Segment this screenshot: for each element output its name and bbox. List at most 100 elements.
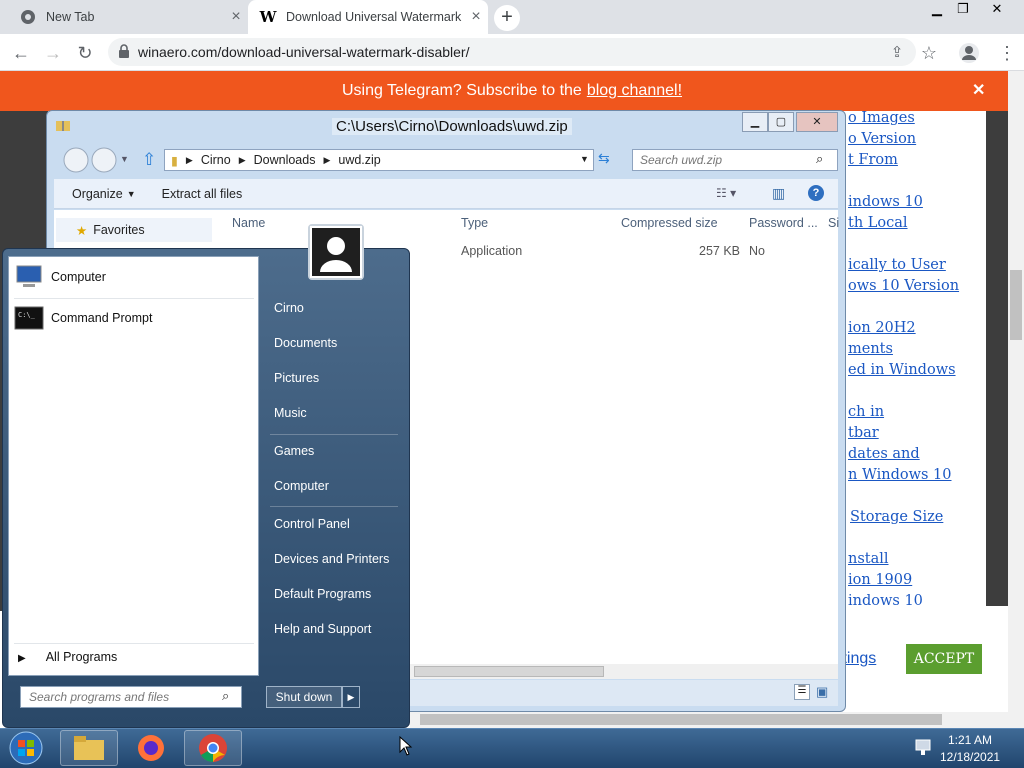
refresh-icon[interactable]: ⇆	[598, 150, 610, 167]
start-item-games[interactable]: Games	[274, 444, 314, 458]
chrome-icon	[198, 733, 228, 766]
clock-date: 12/18/2021	[940, 750, 1001, 764]
column-header-size-extra[interactable]: Si	[828, 216, 839, 230]
article-link[interactable]: ch in	[848, 404, 884, 420]
breadcrumb-item[interactable]: uwd.zip	[338, 153, 380, 167]
start-item-pictures[interactable]: Pictures	[274, 371, 319, 385]
article-link[interactable]: o Images	[848, 110, 915, 126]
menu-icon[interactable]: ⋮	[994, 40, 1020, 66]
network-icon[interactable]	[914, 738, 934, 761]
shutdown-button[interactable]: Shut down	[266, 686, 342, 708]
close-window-button[interactable]: ✕	[982, 0, 1012, 20]
article-link[interactable]: nstall	[848, 551, 889, 567]
back-icon[interactable]: ←	[8, 40, 34, 66]
extract-all-button[interactable]: Extract all files	[162, 187, 243, 201]
chevron-right-icon: ▶	[185, 154, 193, 165]
close-icon[interactable]: ×	[224, 8, 248, 26]
forward-icon[interactable]: →	[40, 40, 66, 66]
organize-button[interactable]: Organize	[72, 187, 123, 201]
start-item-cirno[interactable]: Cirno	[274, 301, 304, 315]
breadcrumb-item[interactable]: Cirno	[201, 153, 231, 167]
start-item-documents[interactable]: Documents	[274, 336, 337, 350]
restore-button[interactable]: ❐	[948, 0, 978, 20]
row-type: Application	[461, 244, 523, 258]
reload-icon[interactable]: ↻	[72, 40, 98, 66]
start-item-help-and-support[interactable]: Help and Support	[274, 622, 371, 636]
article-link[interactable]: indows 10	[848, 194, 923, 210]
preview-pane-icon[interactable]: ▥	[772, 185, 785, 202]
column-header-password[interactable]: Password ...	[749, 216, 818, 230]
article-link[interactable]: ically to User	[848, 257, 946, 273]
search-icon[interactable]: ⌕	[816, 151, 823, 167]
article-link[interactable]: ion 20H2	[848, 320, 916, 336]
telegram-banner: Using Telegram? Subscribe to the blog ch…	[0, 71, 1024, 111]
profile-icon[interactable]	[956, 40, 982, 66]
thumbnail-view-icon[interactable]: ▣	[816, 684, 828, 700]
scrollbar-thumb[interactable]	[414, 666, 604, 677]
start-item-music[interactable]: Music	[274, 406, 307, 420]
chevron-right-icon[interactable]: ▶	[342, 686, 360, 708]
computer-icon	[14, 263, 44, 291]
folder-zip-icon	[56, 118, 70, 135]
article-link[interactable]: dates and	[848, 446, 920, 462]
new-tab-button[interactable]: +	[494, 5, 520, 31]
breadcrumb-item[interactable]: Downloads	[254, 153, 316, 167]
user-avatar[interactable]	[308, 224, 364, 280]
search-icon[interactable]: ⌕	[222, 688, 229, 704]
start-item-computer[interactable]: Computer	[274, 479, 329, 493]
column-header-size[interactable]: Compressed size	[621, 216, 718, 230]
program-command-prompt[interactable]: C:\_ Command Prompt	[14, 302, 152, 334]
scrollbar-thumb[interactable]	[420, 714, 942, 725]
star-icon[interactable]: ☆	[916, 40, 942, 66]
column-header-type[interactable]: Type	[461, 216, 488, 230]
article-link[interactable]: ows 10 Version	[848, 278, 959, 294]
help-icon[interactable]: ?	[808, 185, 824, 201]
close-window-button[interactable]: ✕	[796, 112, 838, 132]
page-scrollbar[interactable]	[1008, 71, 1024, 728]
article-link[interactable]: tbar	[848, 425, 879, 441]
maximize-button[interactable]: ▢	[768, 112, 794, 132]
back-icon[interactable]	[62, 147, 118, 176]
details-view-icon[interactable]: ☰	[794, 684, 810, 700]
article-link[interactable]: t From	[848, 152, 898, 168]
blog-channel-link[interactable]: blog channel!	[587, 82, 682, 100]
start-item-default-programs[interactable]: Default Programs	[274, 587, 371, 601]
explorer-search-input[interactable]: Search uwd.zip	[632, 149, 838, 171]
firefox-icon[interactable]	[136, 733, 166, 766]
star-icon: ★	[76, 223, 88, 238]
tab-new-tab[interactable]: New Tab ×	[8, 0, 248, 34]
article-link[interactable]: ed in Windows	[848, 362, 956, 378]
start-item-control-panel[interactable]: Control Panel	[274, 517, 350, 531]
accept-button[interactable]: ACCEPT	[906, 644, 982, 674]
chrome-icon	[20, 9, 36, 25]
taskbar-clock[interactable]: 1:21 AM 12/18/2021	[940, 732, 1000, 766]
view-options-icon[interactable]: ☷ ▾	[716, 186, 736, 200]
article-link[interactable]: n Windows 10	[848, 467, 952, 483]
article-link[interactable]: Storage Size	[850, 509, 943, 525]
minimize-button[interactable]: ▁	[742, 112, 768, 132]
up-arrow-icon[interactable]: ⇧	[142, 150, 156, 170]
article-link[interactable]: o Version	[848, 131, 916, 147]
explorer-address-bar[interactable]: ▮ ▶ Cirno ▶ Downloads ▶ uwd.zip	[164, 149, 594, 171]
article-link[interactable]: ion 1909	[848, 572, 912, 588]
start-item-devices-and-printers[interactable]: Devices and Printers	[274, 552, 389, 566]
program-label: Computer	[51, 270, 106, 284]
scrollbar-thumb[interactable]	[1010, 270, 1022, 340]
close-icon[interactable]: ×	[464, 8, 488, 26]
address-bar[interactable]: winaero.com/download-universal-watermark…	[108, 38, 916, 66]
start-button[interactable]	[6, 730, 46, 768]
column-header-name[interactable]: Name	[232, 216, 265, 230]
close-icon[interactable]: ✕	[972, 80, 985, 100]
article-link[interactable]: th Local	[848, 215, 908, 231]
divider	[270, 434, 398, 435]
program-computer[interactable]: Computer	[14, 261, 106, 293]
nav-favorites[interactable]: ★ Favorites	[56, 218, 212, 242]
article-link[interactable]: ments	[848, 341, 893, 357]
divider	[270, 506, 398, 507]
chevron-down-icon[interactable]: ▼	[120, 154, 129, 164]
chevron-down-icon[interactable]: ▼	[580, 154, 589, 164]
start-search-input[interactable]: Search programs and files	[20, 686, 242, 708]
tab-winaero[interactable]: W Download Universal Watermark Disabler …	[248, 0, 488, 34]
share-icon[interactable]: ⇪	[884, 40, 910, 66]
all-programs-button[interactable]: ▶ All Programs	[18, 650, 117, 664]
